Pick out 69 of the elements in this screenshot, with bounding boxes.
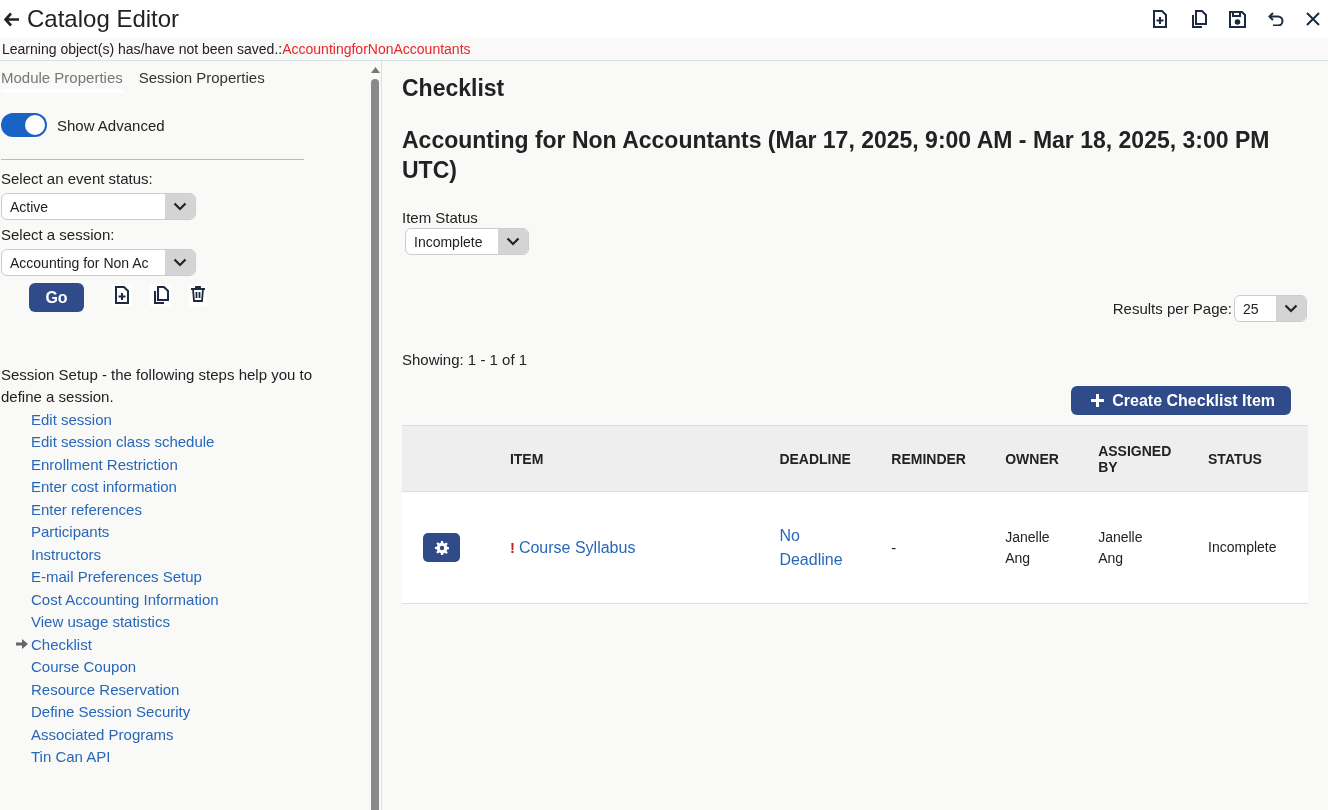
step-link[interactable]: Enter cost information bbox=[31, 478, 177, 496]
copy-icon[interactable] bbox=[152, 285, 169, 304]
session-title: Accounting for Non Accountants (Mar 17, 2025, 9:00 AM - Mar 18, 2025, 3:00 PM UTC) bbox=[402, 126, 1271, 185]
step-link[interactable]: Edit session bbox=[31, 410, 112, 428]
step-link[interactable]: Tin Can API bbox=[31, 748, 111, 766]
field-label: Item Status bbox=[402, 209, 479, 226]
toggle-label: Show Advanced bbox=[57, 116, 165, 134]
step-link[interactable]: Resource Reservation bbox=[31, 680, 180, 698]
column-header: OWNER bbox=[1005, 450, 1059, 467]
scrollbar-thumb[interactable] bbox=[371, 79, 379, 810]
column-header: REMINDER bbox=[891, 450, 966, 467]
close-icon[interactable] bbox=[1306, 12, 1320, 26]
arrow-icon bbox=[16, 638, 29, 651]
step-link[interactable]: Enrollment Restriction bbox=[31, 455, 178, 473]
create-button[interactable]: Create Checklist Item bbox=[1071, 386, 1291, 415]
results-count: Showing: 1 - 1 of 1 bbox=[402, 351, 529, 368]
setup-description: Session Setup - the following steps help you to define a session. bbox=[1, 365, 314, 407]
item-link[interactable]: Course Syllabus bbox=[518, 538, 636, 556]
back-arrow-icon[interactable] bbox=[4, 11, 19, 27]
window-title: Catalog Editor bbox=[27, 5, 180, 33]
field-label: Select a session: bbox=[1, 226, 116, 243]
step-link[interactable]: Instructors bbox=[31, 545, 102, 563]
select-field[interactable]: Accounting for Non Ac bbox=[1, 249, 196, 276]
toggle-switch[interactable] bbox=[1, 113, 47, 137]
caret-icon bbox=[165, 250, 195, 275]
column-header: ASSIGNED BY bbox=[1098, 442, 1173, 475]
object-name: AccountingforNonAccountants bbox=[282, 41, 471, 57]
copy-icon[interactable] bbox=[1190, 10, 1207, 28]
trash-icon[interactable] bbox=[191, 285, 205, 302]
settings-button[interactable] bbox=[423, 533, 460, 562]
select-field[interactable]: 25 bbox=[1234, 295, 1307, 322]
step-link[interactable]: Associated Programs bbox=[31, 725, 174, 743]
select-field[interactable]: Incomplete bbox=[405, 228, 529, 255]
page-heading: Checklist bbox=[402, 75, 506, 102]
tab[interactable]: Module Properties bbox=[1, 69, 123, 93]
select-field[interactable]: Active bbox=[1, 193, 196, 220]
go-button[interactable]: Go bbox=[29, 283, 84, 312]
undo-icon[interactable] bbox=[1268, 12, 1284, 26]
caret-icon bbox=[1276, 296, 1306, 321]
column-header: DEADLINE bbox=[779, 450, 851, 467]
step-link[interactable]: View usage statistics bbox=[31, 613, 170, 631]
deadline-link[interactable]: No Deadline bbox=[779, 523, 860, 572]
flag-mark: ! bbox=[509, 538, 515, 556]
unsaved-notice: Learning object(s) has/have not been saved.: bbox=[2, 41, 283, 57]
new-document-icon[interactable] bbox=[1152, 10, 1168, 28]
table-cell-text: Janelle Ang bbox=[1098, 527, 1144, 568]
step-link[interactable]: Define Session Security bbox=[31, 703, 191, 721]
field-label: Results per Page: bbox=[1112, 300, 1232, 317]
table-cell-text: Janelle Ang bbox=[1005, 527, 1051, 568]
step-link[interactable]: Checklist bbox=[16, 635, 92, 653]
column-header: STATUS bbox=[1208, 450, 1262, 467]
step-link[interactable]: Enter references bbox=[31, 500, 142, 518]
table-cell: Incomplete bbox=[1208, 539, 1277, 555]
step-link[interactable]: E-mail Preferences Setup bbox=[31, 568, 202, 586]
plus-icon bbox=[1091, 394, 1105, 407]
step-link[interactable]: Participants bbox=[31, 523, 110, 541]
column-header: ITEM bbox=[509, 450, 544, 467]
save-icon[interactable] bbox=[1229, 10, 1246, 28]
caret-icon bbox=[498, 229, 528, 254]
table-cell: - bbox=[891, 539, 897, 556]
step-link[interactable]: Edit session class schedule bbox=[31, 433, 215, 451]
caret-icon bbox=[165, 194, 195, 219]
new-document-icon[interactable] bbox=[114, 285, 130, 304]
tab[interactable]: Session Properties bbox=[138, 69, 265, 93]
gear-icon bbox=[434, 540, 449, 555]
step-link[interactable]: Course Coupon bbox=[31, 658, 137, 676]
scroll-up-icon[interactable] bbox=[370, 67, 380, 73]
field-label: Select an event status: bbox=[1, 170, 154, 187]
step-link[interactable]: Cost Accounting Information bbox=[31, 590, 219, 608]
